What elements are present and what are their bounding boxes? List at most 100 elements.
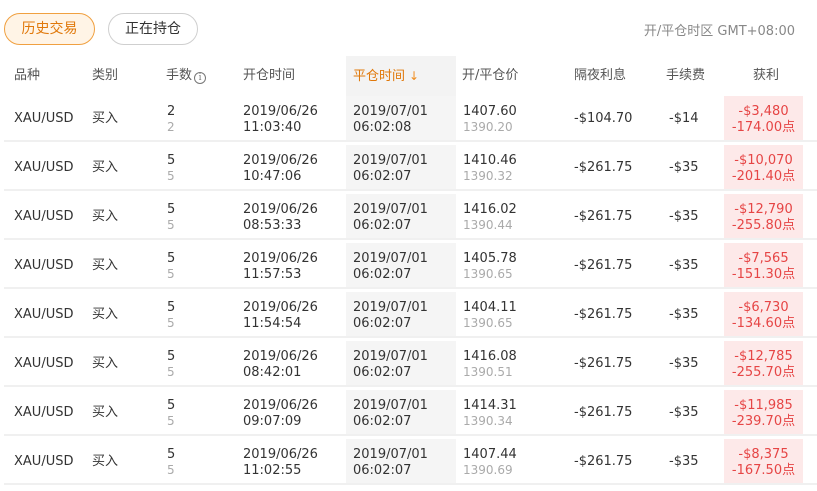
lots-open: 5: [167, 300, 176, 315]
commission-cell: -$35: [669, 258, 699, 273]
type-cell: 买入: [92, 160, 119, 175]
open-time-cell: 2019/06/26 08:53:33: [243, 202, 318, 234]
open-price: 1404.11: [463, 300, 517, 315]
table-row[interactable]: XAU/USD 买入 5 5 2019/06/26 09:07:09 2019/07/01 0…: [4, 390, 817, 436]
column-header-profit[interactable]: 获利: [753, 56, 779, 96]
row-divider: [4, 189, 817, 191]
type-cell: 买入: [92, 356, 119, 371]
close-time-cell: 2019/07/01 06:02:07: [353, 202, 428, 234]
profit-cell: -$12,790 -255.80点: [724, 202, 803, 234]
table-row[interactable]: XAU/USD 买入 5 5 2019/06/26 11:54:54 2019/07/01 0…: [4, 292, 817, 338]
column-header-price[interactable]: 开/平仓价: [462, 56, 518, 96]
table-row[interactable]: XAU/USD 买入 5 5 2019/06/26 08:53:33 2019/07/01 0…: [4, 194, 817, 240]
table-row[interactable]: XAU/USD 买入 5 5 2019/06/26 08:42:01 2019/07/01 0…: [4, 341, 817, 387]
column-header-close-time[interactable]: 平仓时间 ↓: [353, 56, 419, 96]
symbol-cell: XAU/USD: [14, 111, 74, 126]
close-clock: 06:02:07: [353, 414, 412, 429]
close-price: 1390.65: [463, 267, 513, 281]
open-time-cell: 2019/06/26 11:02:55: [243, 447, 318, 479]
profit-points: -167.50点: [731, 463, 796, 478]
lots-cell: 55: [167, 447, 175, 478]
lots-close: 5: [167, 414, 175, 428]
symbol-cell: XAU/USD: [14, 356, 74, 371]
column-header-type[interactable]: 类别: [92, 56, 118, 96]
info-icon[interactable]: i: [194, 72, 207, 84]
commission-cell: -$35: [669, 209, 699, 224]
symbol-cell: XAU/USD: [14, 454, 74, 469]
type-cell: 买入: [92, 307, 119, 322]
price-cell: 1407.44 1390.69: [463, 447, 517, 478]
table-row[interactable]: XAU/USD 买入 5 5 2019/06/26 11:02:55 2019/07/01 0…: [4, 439, 817, 485]
close-time-cell: 2019/07/01 06:02:08: [353, 104, 428, 136]
column-header-open-time[interactable]: 开仓时间: [243, 56, 295, 96]
commission-cell: -$35: [669, 307, 699, 322]
profit-amount: -$10,070: [734, 153, 793, 168]
table-row[interactable]: XAU/USD 买入 5 5 2019/06/26 11:57:53 2019/07/01 0…: [4, 243, 817, 289]
open-date: 2019/06/26: [243, 202, 318, 217]
column-header-swap[interactable]: 隔夜利息: [574, 56, 626, 96]
row-divider: [4, 336, 817, 338]
swap-cell: -$261.75: [574, 454, 633, 469]
close-clock: 06:02:07: [353, 463, 412, 478]
profit-points: -239.70点: [731, 414, 796, 429]
lots-cell: 22: [167, 104, 175, 135]
close-time-cell: 2019/07/01 06:02:07: [353, 153, 428, 185]
price-cell: 1405.78 1390.65: [463, 251, 517, 282]
lots-open: 2: [167, 104, 176, 119]
top-bar: 历史交易 正在持仓 开/平仓时区 GMT+08:00: [0, 0, 817, 56]
close-date: 2019/07/01: [353, 398, 428, 413]
profit-points: -255.80点: [731, 218, 796, 233]
profit-cell: -$10,070 -201.40点: [724, 153, 803, 185]
table-header: 品种 类别 手数 i 开仓时间 平仓时间 ↓ 开/平仓价 隔夜利息 手续费 获利: [0, 56, 817, 96]
lots-open: 5: [167, 447, 176, 462]
close-clock: 06:02:08: [353, 120, 412, 135]
profit-amount: -$12,790: [734, 202, 793, 217]
table-row[interactable]: XAU/USD 买入 2 2 2019/06/26 11:03:40 2019/07/01 0…: [4, 96, 817, 142]
profit-cell: -$6,730 -134.60点: [724, 300, 803, 332]
timezone-label: 开/平仓时区 GMT+08:00: [643, 24, 795, 39]
row-divider: [4, 434, 817, 436]
open-date: 2019/06/26: [243, 349, 318, 364]
close-time-cell: 2019/07/01 06:02:07: [353, 447, 428, 479]
open-clock: 10:47:06: [243, 169, 302, 184]
lots-open: 5: [167, 349, 176, 364]
close-time-cell: 2019/07/01 06:02:07: [353, 398, 428, 430]
type-cell: 买入: [92, 454, 119, 469]
close-clock: 06:02:07: [353, 267, 412, 282]
column-header-lots[interactable]: 手数 i: [166, 56, 207, 96]
commission-cell: -$35: [669, 160, 699, 175]
tab-history[interactable]: 历史交易: [4, 13, 95, 45]
open-time-cell: 2019/06/26 10:47:06: [243, 153, 318, 185]
swap-cell: -$104.70: [574, 111, 633, 126]
profit-points: -151.30点: [731, 267, 796, 282]
profit-amount: -$11,985: [734, 398, 793, 413]
commission-cell: -$35: [669, 356, 699, 371]
table-row[interactable]: XAU/USD 买入 5 5 2019/06/26 10:47:06 2019/07/01 0…: [4, 145, 817, 191]
column-header-commission[interactable]: 手续费: [666, 56, 705, 96]
sort-down-arrow-icon[interactable]: ↓: [409, 69, 419, 83]
lots-cell: 55: [167, 153, 175, 184]
profit-cell: -$7,565 -151.30点: [724, 251, 803, 283]
tab-positions[interactable]: 正在持仓: [108, 13, 198, 45]
close-date: 2019/07/01: [353, 153, 428, 168]
close-clock: 06:02:07: [353, 316, 412, 331]
close-price: 1390.44: [463, 218, 513, 232]
profit-amount: -$3,480: [738, 104, 789, 119]
open-clock: 11:02:55: [243, 463, 302, 478]
symbol-cell: XAU/USD: [14, 209, 74, 224]
profit-points: -174.00点: [731, 120, 796, 135]
lots-cell: 55: [167, 251, 175, 282]
row-divider: [4, 385, 817, 387]
close-price: 1390.34: [463, 414, 513, 428]
symbol-cell: XAU/USD: [14, 258, 74, 273]
swap-cell: -$261.75: [574, 307, 633, 322]
profit-points: -255.70点: [731, 365, 796, 380]
price-cell: 1416.02 1390.44: [463, 202, 517, 233]
open-price: 1416.02: [463, 202, 517, 217]
price-cell: 1404.11 1390.65: [463, 300, 517, 331]
lots-close: 5: [167, 316, 175, 330]
column-header-symbol[interactable]: 品种: [14, 56, 40, 96]
open-time-cell: 2019/06/26 11:54:54: [243, 300, 318, 332]
open-time-cell: 2019/06/26 11:57:53: [243, 251, 318, 283]
lots-close: 2: [167, 120, 175, 134]
